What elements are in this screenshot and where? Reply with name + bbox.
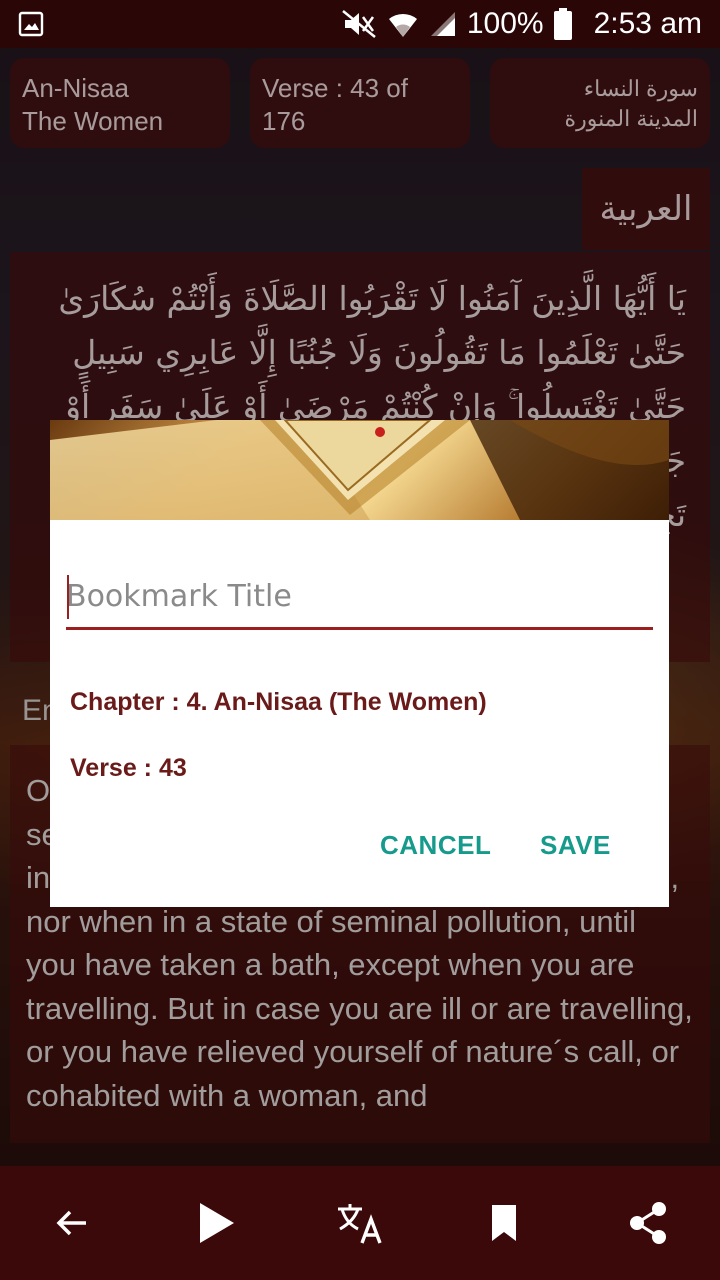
mute-icon — [341, 9, 377, 39]
status-bar: 100% 2:53 am — [0, 0, 720, 48]
bookmark-verse-info: Verse : 43 — [70, 754, 187, 782]
dialog-banner-image — [50, 420, 669, 520]
bookmark-title-input[interactable] — [66, 570, 653, 630]
clock: 2:53 am — [593, 7, 702, 40]
cancel-button[interactable]: CANCEL — [380, 830, 491, 861]
wifi-icon — [387, 9, 419, 39]
back-arrow-icon[interactable] — [27, 1178, 117, 1268]
save-button[interactable]: SAVE — [540, 830, 611, 861]
battery-percent: 100% — [466, 7, 544, 40]
bookmark-icon[interactable] — [459, 1178, 549, 1268]
bottom-navigation — [0, 1166, 720, 1280]
translate-icon[interactable] — [315, 1178, 405, 1268]
share-icon[interactable] — [603, 1178, 693, 1268]
bookmark-chapter-info: Chapter : 4. An-Nisaa (The Women) — [70, 688, 487, 716]
bookmark-dialog: Chapter : 4. An-Nisaa (The Women) Verse … — [50, 520, 669, 907]
battery-icon — [553, 8, 572, 40]
image-icon — [18, 11, 44, 37]
text-cursor — [67, 575, 69, 619]
play-icon[interactable] — [171, 1178, 261, 1268]
signal-icon — [429, 10, 457, 38]
